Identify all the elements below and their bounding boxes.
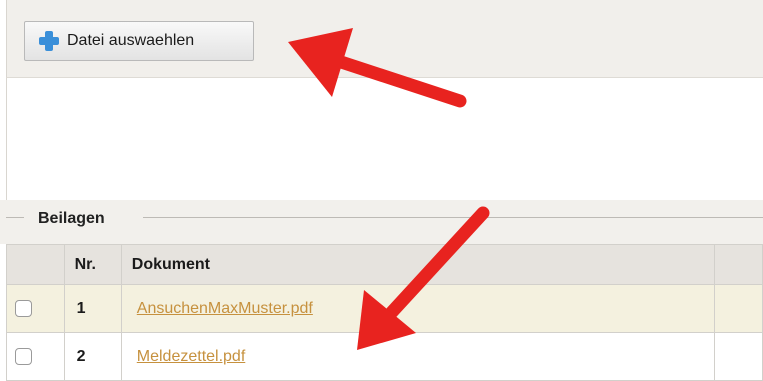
column-header-document[interactable]: Dokument (120, 244, 715, 285)
row-number: 1 (63, 284, 122, 333)
attachments-table: Nr. Dokument 1 AnsuchenMaxMuster.pdf 2 M… (6, 244, 763, 381)
column-header-nr[interactable]: Nr. (63, 244, 122, 285)
row-extra-cell (713, 284, 763, 333)
column-header-extra (713, 244, 763, 285)
row-number: 2 (63, 332, 122, 381)
table-row: 2 Meldezettel.pdf (6, 332, 763, 381)
choose-file-button[interactable]: Datei auswaehlen (24, 21, 254, 61)
row-checkbox[interactable] (15, 300, 32, 317)
table-header-row: Nr. Dokument (6, 244, 763, 285)
column-header-select (6, 244, 65, 285)
row-select-cell (6, 332, 65, 381)
attachments-section-header: Beilagen (0, 200, 763, 244)
choose-file-label: Datei auswaehlen (67, 32, 195, 49)
row-select-cell (6, 284, 65, 333)
plus-icon (39, 31, 59, 51)
upload-toolbar: Datei auswaehlen (6, 0, 763, 78)
document-cell: Meldezettel.pdf (120, 332, 715, 381)
table-row: 1 AnsuchenMaxMuster.pdf (6, 284, 763, 333)
document-cell: AnsuchenMaxMuster.pdf (120, 284, 715, 333)
section-divider-right (143, 217, 763, 218)
document-link[interactable]: AnsuchenMaxMuster.pdf (137, 300, 313, 317)
row-extra-cell (713, 332, 763, 381)
document-link[interactable]: Meldezettel.pdf (137, 348, 246, 365)
section-title: Beilagen (38, 210, 105, 227)
row-checkbox[interactable] (15, 348, 32, 365)
upload-area (6, 78, 763, 200)
section-divider-left (6, 217, 24, 218)
